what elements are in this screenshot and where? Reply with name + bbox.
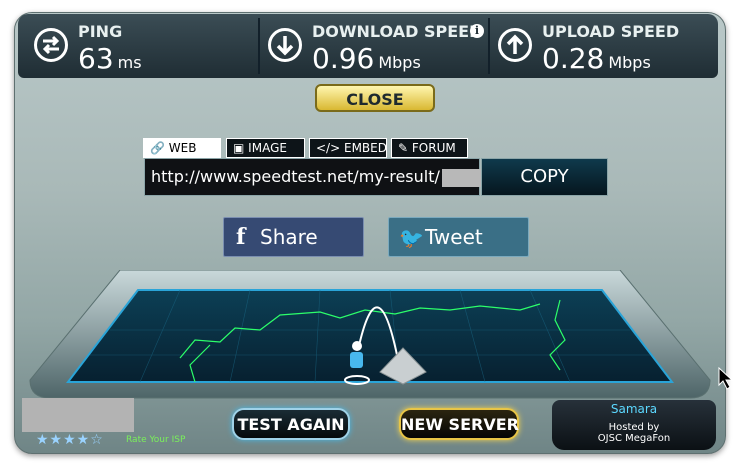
isp-rating-area: ★★★★☆ Rate Your ISP bbox=[22, 398, 222, 450]
rating-stars[interactable]: ★★★★☆ bbox=[36, 432, 104, 448]
ping-stat: PING 63 ms bbox=[30, 14, 255, 78]
download-label: DOWNLOAD SPEED bbox=[312, 22, 483, 41]
divider bbox=[258, 18, 260, 74]
server-map-platform bbox=[29, 270, 711, 399]
tab-forum-label: FORUM bbox=[411, 141, 456, 155]
server-info: Samara Hosted by OJSC MegaFon bbox=[552, 400, 716, 450]
tweet-label: Tweet bbox=[425, 225, 483, 249]
upload-label: UPLOAD SPEED bbox=[542, 22, 680, 41]
tab-image[interactable]: ▣ IMAGE bbox=[226, 138, 305, 158]
twitter-tweet-button[interactable]: 🐦 Tweet bbox=[388, 217, 529, 257]
copy-button[interactable]: COPY bbox=[481, 158, 608, 196]
ping-arrows-icon bbox=[34, 28, 68, 62]
mouse-cursor-icon bbox=[718, 367, 734, 390]
upload-arrow-icon bbox=[498, 28, 532, 62]
upload-stat: UPLOAD SPEED 0.28 Mbps bbox=[494, 14, 719, 78]
map-screen bbox=[65, 289, 675, 383]
close-button[interactable]: CLOSE bbox=[315, 84, 435, 112]
hosted-by-label: Hosted by bbox=[608, 422, 660, 433]
info-icon[interactable]: i bbox=[470, 24, 484, 38]
image-icon: ▣ bbox=[233, 141, 245, 155]
share-label: Share bbox=[260, 225, 318, 249]
tab-web-label: WEB bbox=[168, 141, 197, 155]
server-city: Samara bbox=[610, 402, 658, 416]
tab-embed[interactable]: </> EMBED bbox=[309, 138, 387, 158]
facebook-icon: f bbox=[236, 224, 246, 250]
code-icon: </> bbox=[316, 141, 341, 155]
download-arrow-icon bbox=[268, 28, 302, 62]
tab-forum[interactable]: ✎ FORUM bbox=[391, 138, 468, 158]
upload-value: 0.28 Mbps bbox=[542, 42, 651, 75]
redacted-isp-name bbox=[22, 398, 134, 432]
divider bbox=[488, 18, 490, 74]
twitter-bird-icon: 🐦 bbox=[399, 226, 424, 250]
ping-value: 63 ms bbox=[78, 42, 142, 75]
result-url-field[interactable]: http://www.speedtest.net/my-result/ bbox=[144, 158, 488, 196]
facebook-share-button[interactable]: f Share bbox=[223, 217, 364, 257]
download-stat: DOWNLOAD SPEED 0.96 Mbps i bbox=[264, 14, 489, 78]
edit-icon: ✎ bbox=[398, 141, 409, 155]
tab-web[interactable]: 🔗 WEB bbox=[143, 138, 221, 158]
download-value: 0.96 Mbps bbox=[312, 42, 421, 75]
tab-image-label: IMAGE bbox=[248, 141, 287, 155]
result-url-text: http://www.speedtest.net/my-result/ bbox=[151, 167, 440, 186]
new-server-button[interactable]: NEW SERVER bbox=[399, 408, 519, 440]
link-icon: 🔗 bbox=[150, 141, 165, 155]
rate-isp-label[interactable]: Rate Your ISP bbox=[126, 435, 185, 445]
host-isp-name: OJSC MegaFon bbox=[597, 433, 671, 444]
test-again-button[interactable]: TEST AGAIN bbox=[232, 408, 350, 440]
tab-embed-label: EMBED bbox=[343, 141, 387, 155]
ping-label: PING bbox=[78, 22, 123, 41]
